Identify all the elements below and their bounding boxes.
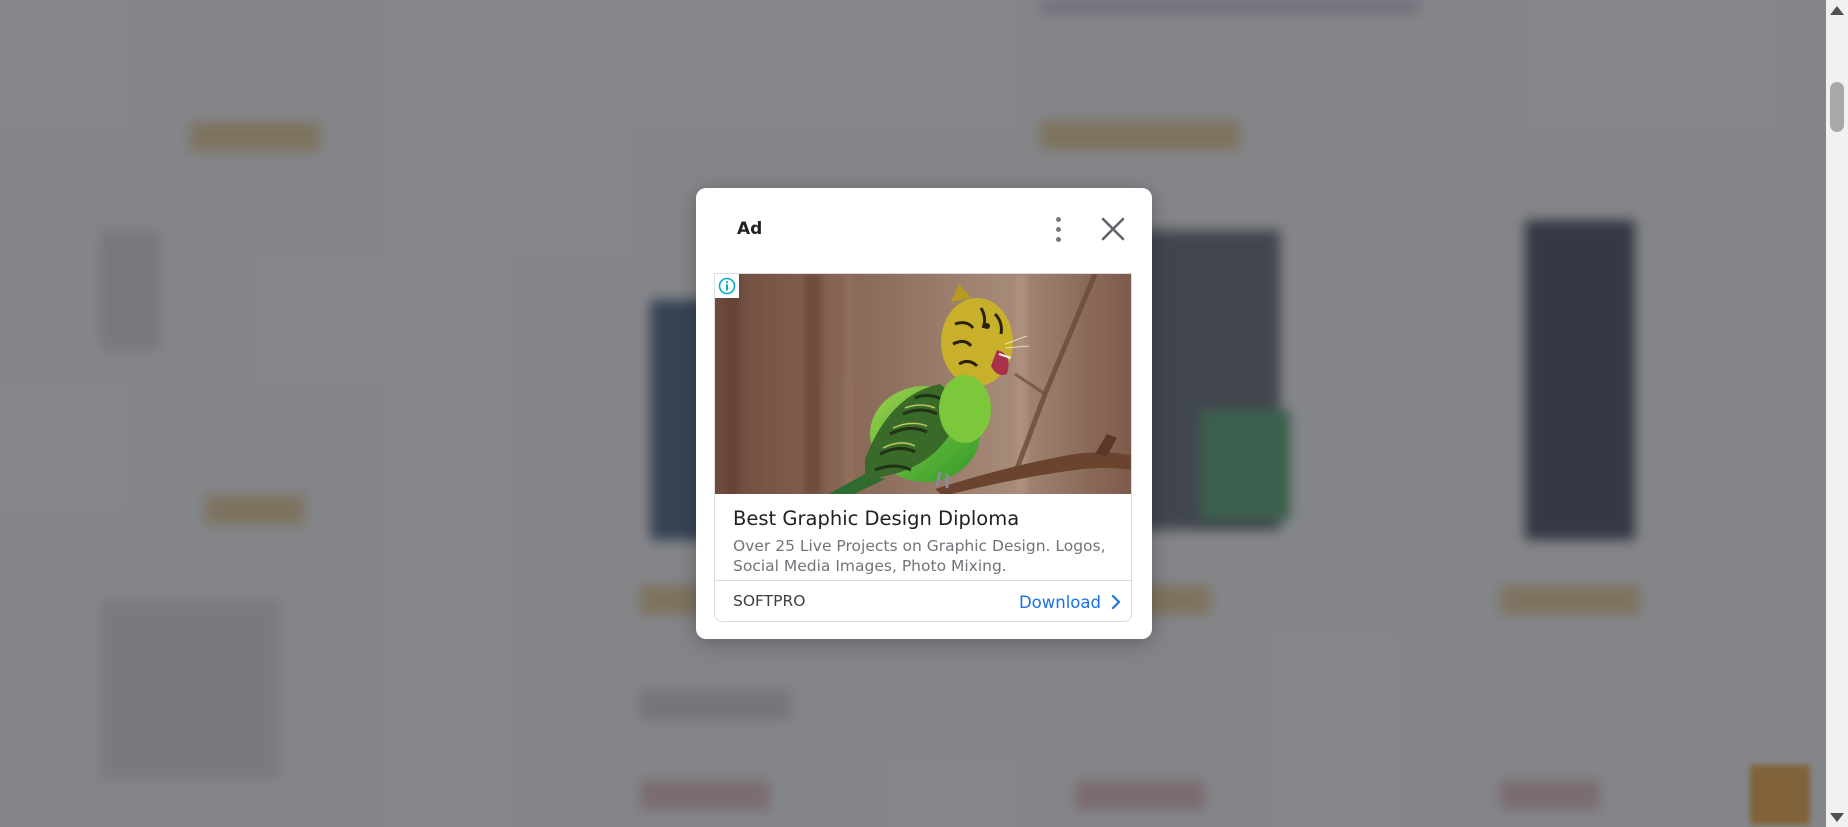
ad-label: Ad: [737, 219, 763, 239]
info-icon[interactable]: [715, 274, 739, 298]
scroll-up-button[interactable]: [1826, 0, 1848, 20]
more-vert-dot: [1055, 236, 1061, 242]
chevron-right-icon: [1111, 594, 1121, 610]
close-button[interactable]: [1098, 214, 1128, 244]
ad-description[interactable]: Over 25 Live Projects on Graphic Design.…: [733, 536, 1123, 576]
advertiser-name[interactable]: SOFTPRO: [733, 592, 805, 610]
divider: [715, 580, 1131, 581]
info-glyph: [718, 277, 736, 295]
ad-card[interactable]: Best Graphic Design Diploma Over 25 Live…: [714, 273, 1132, 622]
scroll-down-button[interactable]: [1826, 807, 1848, 827]
arrow-down-icon: [1830, 812, 1844, 822]
more-vert-icon: [1055, 216, 1061, 222]
ad-headline[interactable]: Best Graphic Design Diploma: [733, 507, 1019, 530]
arrow-up-icon: [1830, 5, 1844, 15]
scrollbar[interactable]: [1826, 0, 1848, 827]
more-vert-dot: [1055, 226, 1061, 232]
more-options-button[interactable]: [1046, 212, 1070, 246]
download-button[interactable]: Download: [999, 588, 1123, 616]
download-label: Download: [1018, 592, 1101, 612]
close-icon: [1101, 217, 1125, 241]
ad-image[interactable]: [715, 274, 1132, 494]
ad-dialog: Ad Best Graphic Design Diploma Over 25 L…: [696, 188, 1152, 639]
scroll-thumb[interactable]: [1830, 82, 1844, 132]
